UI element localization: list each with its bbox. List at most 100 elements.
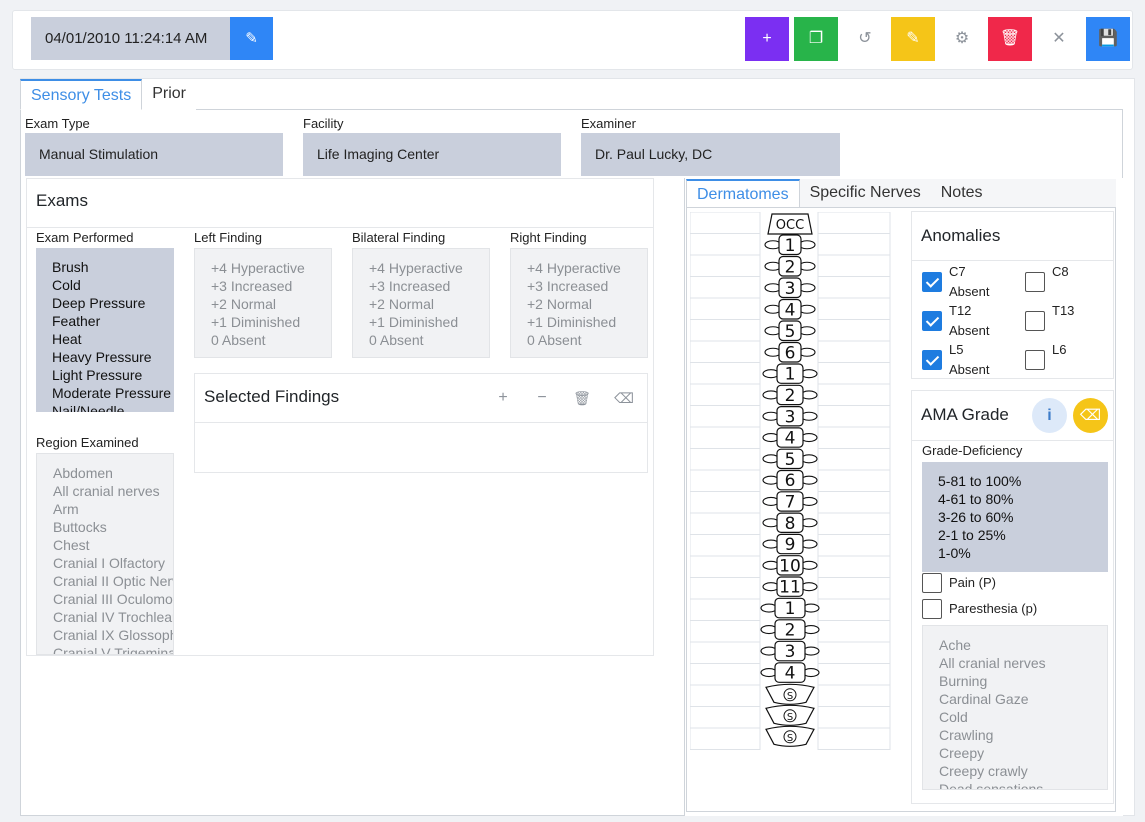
region-option[interactable]: Buttocks <box>53 518 173 536</box>
exam-performed-option[interactable]: Moderate Pressure <box>52 384 174 402</box>
dermatome-right-cell[interactable] <box>817 426 891 449</box>
grade-option[interactable]: 5-81 to 100% <box>938 472 1108 490</box>
dermatome-right-cell[interactable] <box>817 727 891 750</box>
sensation-option[interactable]: All cranial nerves <box>939 654 1107 672</box>
exam-performed-option[interactable]: Nail/Needle <box>52 402 174 412</box>
settings-button[interactable]: ⚙ <box>940 17 984 61</box>
exam-performed-option[interactable]: Cold <box>52 276 174 294</box>
exam-performed-option[interactable]: Heavy Pressure <box>52 348 174 366</box>
undo-button[interactable]: ↺ <box>843 17 887 61</box>
dermatome-left-cell[interactable] <box>690 641 761 664</box>
region-option[interactable]: Cranial II Optic Nerve <box>53 572 173 590</box>
vertebra-t5[interactable]: 5 <box>762 448 818 470</box>
dermatome-left-cell[interactable] <box>690 706 761 729</box>
finding-option[interactable]: +3 Increased <box>369 277 489 295</box>
region-option[interactable]: Chest <box>53 536 173 554</box>
grade-deficiency-list[interactable]: 5-81 to 100% 4-61 to 80% 3-26 to 60% 2-1 to… <box>922 462 1108 572</box>
vertebra-s2[interactable]: S <box>765 704 815 726</box>
tab-notes[interactable]: Notes <box>931 179 993 209</box>
copy-button[interactable]: ❐ <box>794 17 838 61</box>
vertebra-t7[interactable]: 7 <box>762 491 818 513</box>
dermatome-right-cell[interactable] <box>817 663 891 686</box>
finding-option[interactable]: +4 Hyperactive <box>211 259 331 277</box>
sensation-option[interactable]: Creepy <box>939 744 1107 762</box>
finding-option[interactable]: +4 Hyperactive <box>369 259 489 277</box>
region-option[interactable]: Cranial IX Glossopharyngeal <box>53 626 173 644</box>
dermatome-right-cell[interactable] <box>817 620 891 643</box>
close-button[interactable]: ✕ <box>1037 17 1081 61</box>
exam-type-field[interactable]: Manual Stimulation <box>25 133 283 176</box>
anomaly-checkbox-t13[interactable] <box>1025 311 1045 331</box>
spine-diagram[interactable]: OCC12345612345678910111234SSS <box>690 212 891 750</box>
vertebra-t4[interactable]: 4 <box>762 427 818 449</box>
anomaly-checkbox-l6[interactable] <box>1025 350 1045 370</box>
vertebra-occ[interactable]: OCC <box>767 213 813 235</box>
finding-option[interactable]: +3 Increased <box>211 277 331 295</box>
region-option[interactable]: Cranial III Oculomotor <box>53 590 173 608</box>
anomaly-checkbox-t12[interactable] <box>922 311 942 331</box>
exam-performed-option[interactable]: Brush <box>52 258 174 276</box>
dermatome-right-cell[interactable] <box>817 598 891 621</box>
clear-grade-button[interactable]: ⌫ <box>1073 398 1108 433</box>
add-button[interactable]: + <box>745 17 789 61</box>
dermatome-right-cell[interactable] <box>817 555 891 578</box>
dermatome-right-cell[interactable] <box>817 405 891 428</box>
vertebra-t8[interactable]: 8 <box>762 512 818 534</box>
sensation-option[interactable]: Cardinal Gaze <box>939 690 1107 708</box>
delete-findings-button[interactable]: 🗑 <box>570 386 594 410</box>
dermatome-right-cell[interactable] <box>817 233 891 256</box>
finding-option[interactable]: +1 Diminished <box>211 313 331 331</box>
pain-checkbox[interactable] <box>922 573 942 593</box>
dermatome-left-cell[interactable] <box>690 319 761 342</box>
anomaly-checkbox-l5[interactable] <box>922 350 942 370</box>
tab-sensory-tests[interactable]: Sensory Tests <box>20 79 143 110</box>
info-button[interactable]: i <box>1032 398 1067 433</box>
dermatome-left-cell[interactable] <box>690 491 761 514</box>
region-option[interactable]: Cranial I Olfactory <box>53 554 173 572</box>
paresthesia-checkbox[interactable] <box>922 599 942 619</box>
dermatome-right-cell[interactable] <box>817 319 891 342</box>
dermatome-right-cell[interactable] <box>817 684 891 707</box>
dermatome-left-cell[interactable] <box>690 276 761 299</box>
finding-option[interactable]: +1 Diminished <box>527 313 647 331</box>
dermatome-left-cell[interactable] <box>690 727 761 750</box>
dermatome-right-cell[interactable] <box>817 362 891 385</box>
region-examined-list[interactable]: Abdomen All cranial nerves Arm Buttocks Ches… <box>36 453 174 655</box>
sensation-list[interactable]: Ache All cranial nerves Burning Cardinal Ga… <box>922 625 1108 790</box>
sensation-option[interactable]: Ache <box>939 636 1107 654</box>
dermatome-right-cell[interactable] <box>817 448 891 471</box>
dermatome-left-cell[interactable] <box>690 598 761 621</box>
finding-option[interactable]: +3 Increased <box>527 277 647 295</box>
vertebra-c3[interactable]: 3 <box>764 277 816 299</box>
anomaly-checkbox-c8[interactable] <box>1025 272 1045 292</box>
dermatome-left-cell[interactable] <box>690 383 761 406</box>
dermatome-right-cell[interactable] <box>817 383 891 406</box>
grade-option[interactable]: 1-0% <box>938 544 1108 562</box>
vertebra-s3[interactable]: S <box>765 725 815 747</box>
tab-prior[interactable]: Prior <box>142 79 196 110</box>
vertebra-t1[interactable]: 1 <box>762 363 818 385</box>
dermatome-left-cell[interactable] <box>690 577 761 600</box>
sensation-option[interactable]: Crawling <box>939 726 1107 744</box>
sensation-option[interactable]: Creepy crawly <box>939 762 1107 780</box>
dermatome-right-cell[interactable] <box>817 534 891 557</box>
sensation-option[interactable]: Cold <box>939 708 1107 726</box>
examiner-field[interactable]: Dr. Paul Lucky, DC <box>581 133 840 176</box>
vertebra-c6[interactable]: 6 <box>764 341 816 364</box>
edit-datetime-button[interactable]: ✎ <box>230 17 273 60</box>
right-finding-list[interactable]: +4 Hyperactive +3 Increased +2 Normal +1 Di… <box>510 248 648 358</box>
exam-performed-list[interactable]: Brush Cold Deep Pressure Feather Heat Heavy P… <box>36 248 174 412</box>
vertebra-c5[interactable]: 5 <box>764 320 816 342</box>
vertebra-c2[interactable]: 2 <box>764 255 816 278</box>
finding-option[interactable]: 0 Absent <box>369 331 489 349</box>
dermatome-right-cell[interactable] <box>817 641 891 664</box>
grade-option[interactable]: 2-1 to 25% <box>938 526 1108 544</box>
dermatome-right-cell[interactable] <box>817 297 891 320</box>
tab-specific-nerves[interactable]: Specific Nerves <box>800 179 931 209</box>
vertebra-t9[interactable]: 9 <box>762 533 818 555</box>
dermatome-right-cell[interactable] <box>817 491 891 514</box>
remove-finding-button[interactable]: − <box>530 386 554 410</box>
dermatome-left-cell[interactable] <box>690 362 761 385</box>
exam-performed-option[interactable]: Light Pressure <box>52 366 174 384</box>
grade-option[interactable]: 4-61 to 80% <box>938 490 1108 508</box>
